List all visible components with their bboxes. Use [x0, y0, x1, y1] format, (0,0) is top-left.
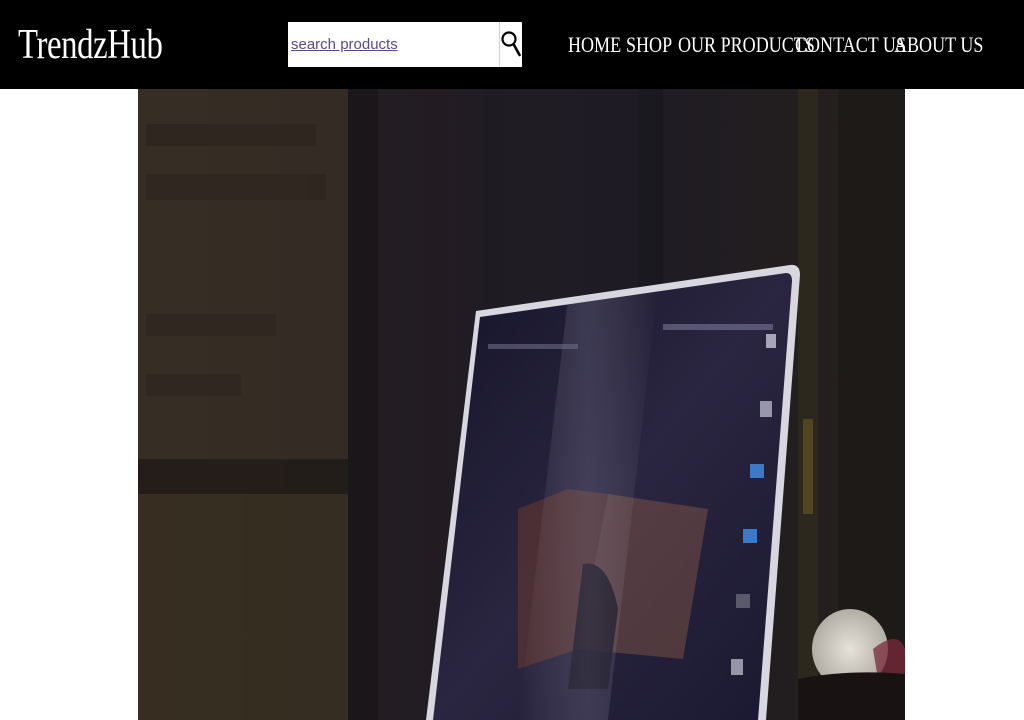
main-nav: HOME SHOP OUR PRODUCTS CONTACT US ABOUT …: [568, 30, 983, 60]
navbar: TrendzHub HOME SHOP OUR PRODUCTS CONTACT…: [0, 0, 1024, 89]
nav-link-shop[interactable]: SHOP: [626, 30, 672, 60]
laptop-photo: [138, 89, 905, 720]
nav-link-contact-us[interactable]: CONTACT US: [795, 30, 906, 60]
nav-link-home[interactable]: HOME: [568, 30, 621, 60]
search-button[interactable]: [499, 22, 522, 67]
search-icon: [501, 31, 521, 57]
hero-image: [138, 89, 905, 720]
search-input[interactable]: [288, 22, 498, 67]
search-box: [288, 22, 521, 67]
nav-link-about-us[interactable]: ABOUT US: [894, 30, 983, 60]
brand-logo[interactable]: TrendzHub: [18, 21, 163, 69]
